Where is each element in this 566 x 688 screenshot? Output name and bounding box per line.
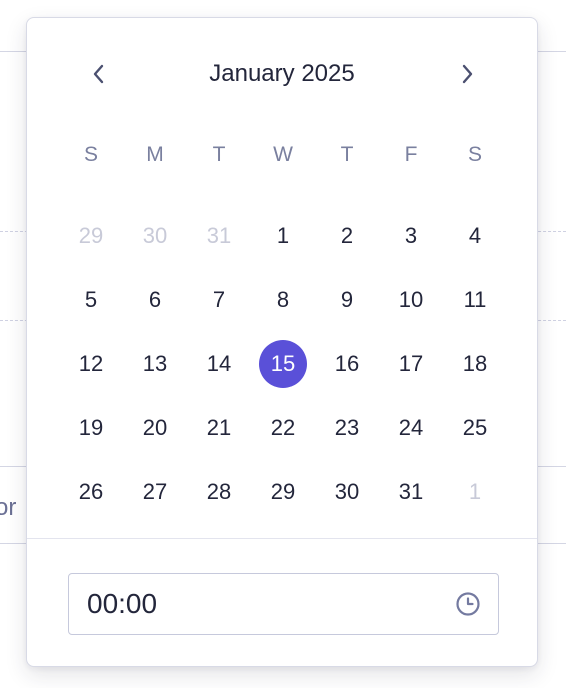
day-cell[interactable]: 16 <box>315 332 379 396</box>
day-cell[interactable]: 17 <box>379 332 443 396</box>
day-number: 16 <box>334 351 360 376</box>
day-number: 5 <box>84 287 98 312</box>
day-number: 31 <box>206 223 232 248</box>
day-cell[interactable]: 8 <box>251 268 315 332</box>
day-number: 27 <box>142 479 168 504</box>
day-number: 25 <box>462 415 488 440</box>
day-number: 29 <box>270 479 296 504</box>
day-cell[interactable]: 27 <box>123 460 187 524</box>
day-cell[interactable]: 13 <box>123 332 187 396</box>
previous-month-button[interactable] <box>79 54 119 94</box>
day-cell[interactable]: 14 <box>187 332 251 396</box>
day-number: 20 <box>142 415 168 440</box>
weekday-label: F <box>404 143 418 166</box>
day-cell[interactable]: 9 <box>315 268 379 332</box>
day-number: 22 <box>270 415 296 440</box>
day-number: 30 <box>334 479 360 504</box>
day-cell-selected[interactable]: 15 <box>251 332 315 396</box>
weekday-label: M <box>146 143 164 166</box>
chevron-right-icon <box>462 64 473 84</box>
day-cell[interactable]: 30 <box>315 460 379 524</box>
day-cell[interactable]: 5 <box>59 268 123 332</box>
day-cell[interactable]: 21 <box>187 396 251 460</box>
chevron-left-icon <box>93 64 104 84</box>
day-cell-outside-month[interactable]: 30 <box>123 204 187 268</box>
days-grid: 29 30 31 1 2 3 4 5 6 7 8 9 10 11 12 13 14 15 16 17 18 19 20 21 2… <box>59 204 507 524</box>
day-cell[interactable]: 26 <box>59 460 123 524</box>
day-cell[interactable]: 18 <box>443 332 507 396</box>
day-number: 10 <box>398 287 424 312</box>
day-cell-outside-month[interactable]: 1 <box>443 460 507 524</box>
day-cell[interactable]: 1 <box>251 204 315 268</box>
day-number: 21 <box>206 415 232 440</box>
day-number: 1 <box>276 223 290 248</box>
popover-divider <box>27 538 537 539</box>
day-number: 12 <box>78 351 104 376</box>
day-number: 7 <box>212 287 226 312</box>
day-cell[interactable]: 19 <box>59 396 123 460</box>
day-cell[interactable]: 20 <box>123 396 187 460</box>
day-cell-outside-month[interactable]: 31 <box>187 204 251 268</box>
day-cell[interactable]: 7 <box>187 268 251 332</box>
calendar-header: January 2025 <box>27 54 537 94</box>
day-cell[interactable]: 2 <box>315 204 379 268</box>
day-number: 6 <box>148 287 162 312</box>
day-cell-outside-month[interactable]: 29 <box>59 204 123 268</box>
day-number: 15 <box>259 340 307 388</box>
day-number: 3 <box>404 223 418 248</box>
weekday-label: T <box>340 143 354 166</box>
day-cell[interactable]: 24 <box>379 396 443 460</box>
day-cell[interactable]: 23 <box>315 396 379 460</box>
day-cell[interactable]: 3 <box>379 204 443 268</box>
day-number: 11 <box>463 287 487 312</box>
day-cell[interactable]: 22 <box>251 396 315 460</box>
day-number: 31 <box>398 479 424 504</box>
day-cell[interactable]: 28 <box>187 460 251 524</box>
day-number: 28 <box>206 479 232 504</box>
day-number: 13 <box>142 351 168 376</box>
day-number: 29 <box>78 223 104 248</box>
day-number: 23 <box>334 415 360 440</box>
background-partial-text: or <box>0 494 17 521</box>
day-number: 19 <box>78 415 104 440</box>
time-input[interactable] <box>87 574 427 634</box>
weekday-label: S <box>467 143 482 166</box>
day-cell[interactable]: 31 <box>379 460 443 524</box>
day-number: 4 <box>468 223 482 248</box>
weekday-header-row: S M T W T F S <box>59 135 507 175</box>
day-number: 18 <box>462 351 488 376</box>
next-month-button[interactable] <box>447 54 487 94</box>
date-picker-popover: January 2025 S M T W T F S 29 30 31 1 2 3 4 5 6 7… <box>26 17 538 667</box>
time-field <box>68 573 499 635</box>
day-cell[interactable]: 4 <box>443 204 507 268</box>
clock-icon[interactable] <box>455 591 481 617</box>
day-number: 17 <box>398 351 424 376</box>
weekday-label: T <box>212 143 226 166</box>
day-cell[interactable]: 25 <box>443 396 507 460</box>
day-number: 14 <box>206 351 232 376</box>
day-cell[interactable]: 11 <box>443 268 507 332</box>
day-number: 9 <box>340 287 354 312</box>
day-cell[interactable]: 10 <box>379 268 443 332</box>
day-cell[interactable]: 12 <box>59 332 123 396</box>
weekday-label: S <box>83 143 98 166</box>
day-number: 2 <box>340 223 354 248</box>
day-number: 24 <box>398 415 424 440</box>
day-cell[interactable]: 6 <box>123 268 187 332</box>
stage: or January 2025 S M T W T F S 29 30 31 1… <box>0 0 566 688</box>
day-number: 30 <box>142 223 168 248</box>
day-number: 1 <box>468 479 482 504</box>
day-number: 26 <box>78 479 104 504</box>
weekday-label: W <box>273 143 293 166</box>
day-cell[interactable]: 29 <box>251 460 315 524</box>
day-number: 8 <box>276 287 290 312</box>
